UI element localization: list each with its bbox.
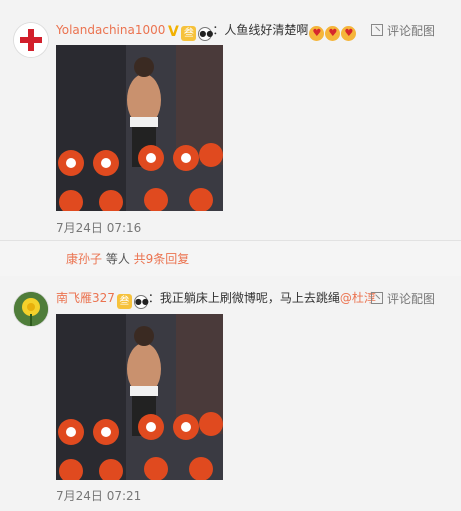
comment-image-button[interactable]: 评论配图 (370, 22, 435, 39)
replies-middle: 等人 (102, 252, 134, 266)
divider (0, 240, 461, 241)
panda-icon: ●● (133, 295, 149, 309)
avatar[interactable] (14, 292, 48, 326)
gym-photo (56, 314, 223, 480)
image-icon (370, 292, 383, 304)
red-cross-avatar-icon (14, 23, 48, 57)
heart-eyes-emoji-icon: ♥ (325, 26, 341, 41)
level-badge-icon: 叁 (116, 294, 132, 309)
level-badge-icon: 叁 (181, 26, 197, 41)
comment-time: 7月24日 07:16 (56, 221, 142, 235)
comment-photo[interactable] (56, 314, 223, 480)
image-icon (370, 24, 383, 36)
comment-image-button[interactable]: 评论配图 (370, 290, 435, 307)
comment-text: ：人鱼线好清楚啊 (212, 23, 309, 37)
comment-text: ：我正躺床上刷微博呢，马上去跳绳 (147, 291, 340, 305)
heart-eyes-emoji-icon: ♥ (309, 26, 325, 41)
gym-photo (56, 45, 223, 211)
comment-time: 7月24日 07:21 (56, 489, 142, 503)
dandelion-avatar-icon (14, 292, 48, 326)
username[interactable]: Yolandachina1000 (56, 23, 165, 37)
comment-photo[interactable] (56, 45, 223, 211)
avatar[interactable] (14, 23, 48, 57)
comment-image-label: 评论配图 (386, 292, 435, 306)
comment-header: Yolandachina1000 V 叁 ●●：人鱼线好清楚啊 ♥ ♥ ♥ (56, 22, 357, 41)
comment-header: 南飞雁327 叁 ●●：我正躺床上刷微博呢，马上去跳绳@杜淳 (56, 290, 376, 309)
comment-2: 南飞雁327 叁 ●●：我正躺床上刷微博呢，马上去跳绳@杜淳 评论配图 7月24… (0, 276, 461, 511)
vip-badge-icon: V (167, 24, 179, 40)
heart-eyes-emoji-icon: ♥ (341, 26, 357, 41)
comment-1: Yolandachina1000 V 叁 ●●：人鱼线好清楚啊 ♥ ♥ ♥ 评论配图 (0, 0, 461, 240)
username[interactable]: 南飞雁327 (56, 291, 115, 305)
replies-summary[interactable]: 康孙子 等人 共9条回复 (56, 246, 461, 272)
reply-user[interactable]: 康孙子 (66, 252, 102, 266)
panda-icon: ●● (198, 27, 213, 41)
comment-image-label: 评论配图 (386, 24, 435, 38)
more-replies-link[interactable]: 共9条回复 (134, 252, 190, 266)
